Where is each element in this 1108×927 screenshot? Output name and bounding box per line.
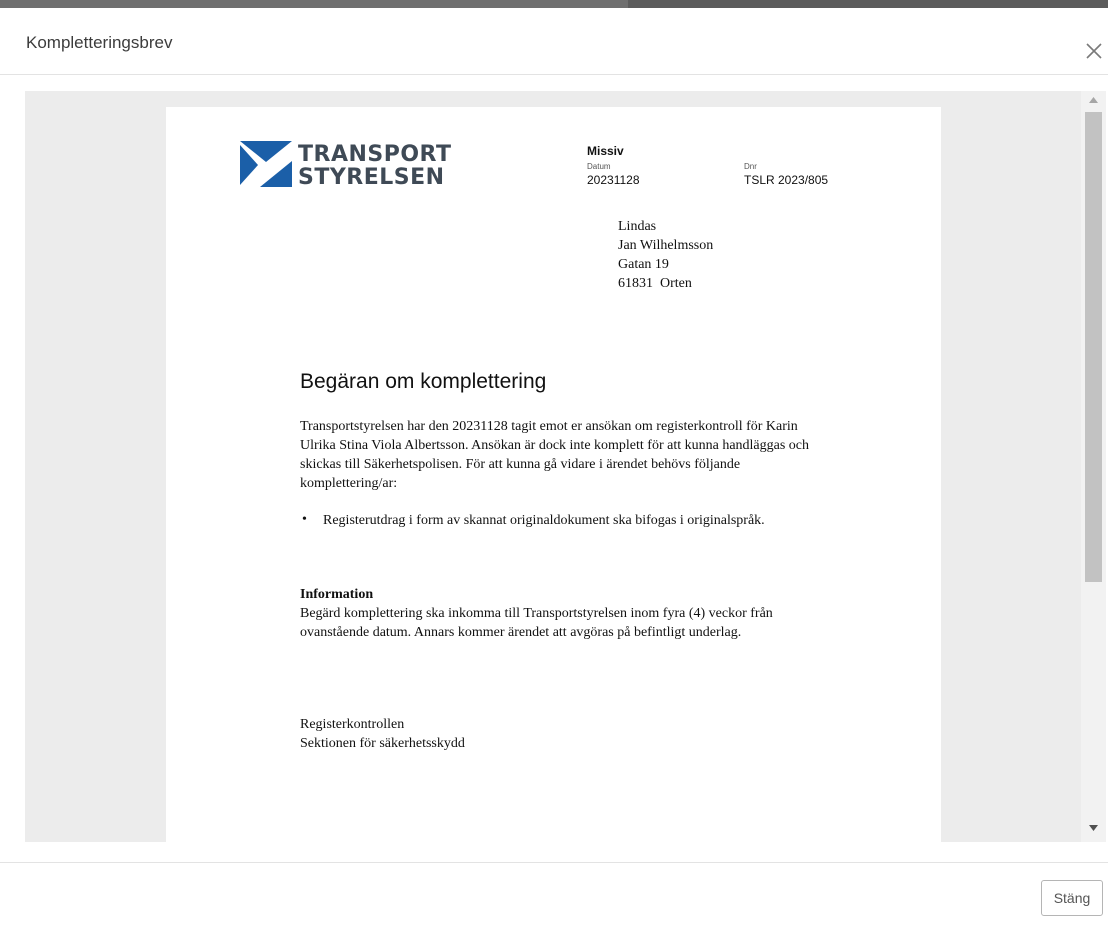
scroll-down-icon[interactable] xyxy=(1089,825,1098,831)
signature-line: Sektionen för säkerhetsskydd xyxy=(300,736,465,751)
logo-line-2: STYRELSEN xyxy=(298,165,445,190)
footer-divider xyxy=(0,862,1108,863)
missiv-label: Missiv xyxy=(587,144,624,158)
document-viewer[interactable]: TRANSPORT STYRELSEN Missiv Datum 2023112… xyxy=(25,91,1106,842)
bullet-item: Registerutdrag i form av skannat origina… xyxy=(323,513,765,528)
letter-heading: Begäran om komplettering xyxy=(300,370,547,393)
scroll-up-icon[interactable] xyxy=(1089,97,1098,103)
address-line: Gatan 19 xyxy=(618,257,669,272)
datum-label: Datum xyxy=(587,162,611,171)
scrollbar-thumb[interactable] xyxy=(1085,112,1102,582)
letter-page: TRANSPORT STYRELSEN Missiv Datum 2023112… xyxy=(166,107,941,842)
signature-block: Registerkontrollen Sektionen för säkerhe… xyxy=(300,715,465,753)
address-line: 61831 Orten xyxy=(618,276,692,291)
top-strip-segment xyxy=(628,0,1108,8)
address-line: Jan Wilhelmsson xyxy=(618,238,714,253)
address-line: Lindas xyxy=(618,219,657,234)
info-heading: Information xyxy=(300,587,374,602)
logo-wordmark: TRANSPORT STYRELSEN xyxy=(298,143,452,189)
dnr-value: TSLR 2023/805 xyxy=(744,173,829,187)
signature-line: Registerkontrollen xyxy=(300,717,405,732)
close-icon[interactable] xyxy=(1084,41,1106,63)
close-button[interactable]: Stäng xyxy=(1041,880,1103,916)
dnr-label: Dnr xyxy=(744,162,757,171)
dialog-title: Kompletteringsbrev xyxy=(26,33,173,52)
info-paragraph: Begärd komplettering ska inkomma till Tr… xyxy=(300,606,773,640)
logo-line-1: TRANSPORT xyxy=(298,142,452,167)
bullet-icon: • xyxy=(302,512,307,527)
top-strip xyxy=(0,0,1108,8)
transportstyrelsen-logo-icon xyxy=(240,141,292,187)
datum-value: 20231128 xyxy=(587,173,640,187)
dialog-header: Kompletteringsbrev xyxy=(0,8,1108,75)
recipient-address: Lindas Jan Wilhelmsson Gatan 19 61831 Or… xyxy=(618,217,713,293)
intro-paragraph: Transportstyrelsen har den 20231128 tagi… xyxy=(300,419,810,491)
